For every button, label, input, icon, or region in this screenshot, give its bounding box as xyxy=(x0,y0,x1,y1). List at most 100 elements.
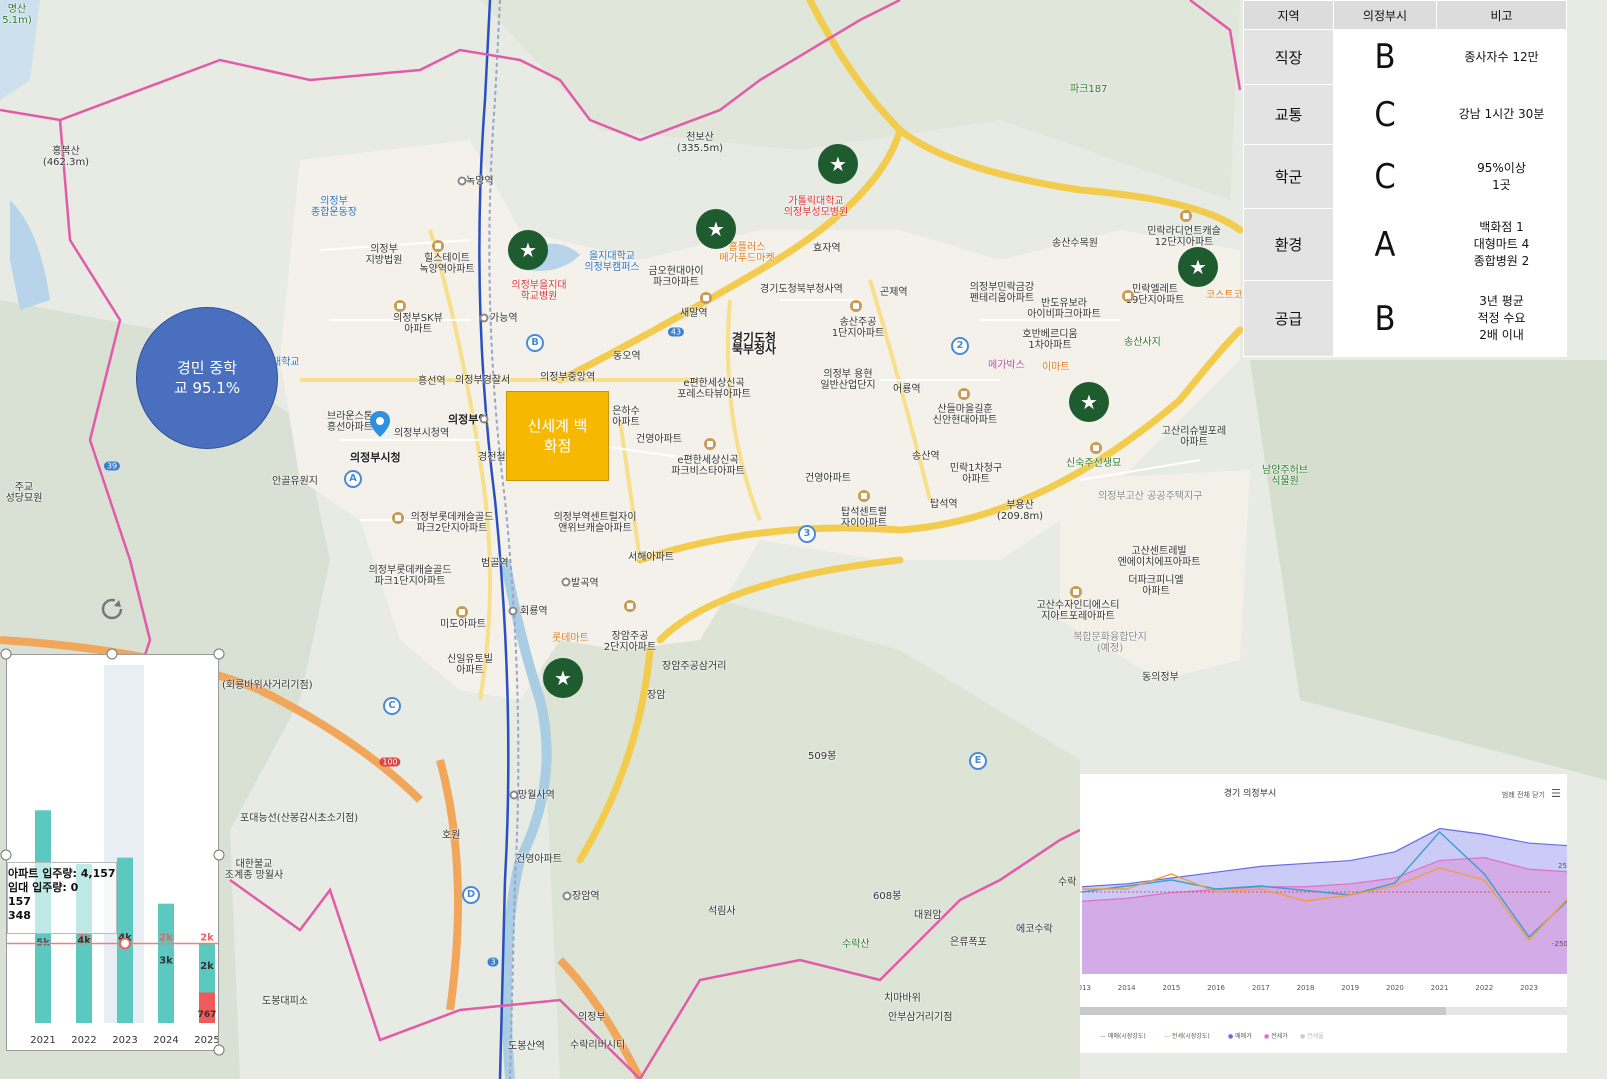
legend-item[interactable]: — 매매(시장강도) xyxy=(1100,1031,1146,1040)
label-dong-uijeongbu: 동의정부 xyxy=(1142,672,1179,683)
data-label: 4k xyxy=(77,935,91,946)
label-court: 의정부 지방법원 xyxy=(365,244,403,266)
label-daewonam: 대원암 xyxy=(914,910,942,921)
label-ganeung-station: 가능역 xyxy=(490,313,518,324)
resize-handle[interactable] xyxy=(0,648,12,660)
label-mangwolsa-temple: 대한불교 조계종 망월사 xyxy=(224,859,284,881)
label-sports-complex: 의정부 종합운동장 xyxy=(311,196,357,218)
x-tick-label: 2023 xyxy=(1520,984,1538,992)
label-the-pinnacle: 더파크피니엘 아파트 xyxy=(1128,575,1184,597)
resize-handle[interactable] xyxy=(213,1044,225,1056)
supply-chart[interactable]: 5k20212k4k20222k4k20232k3k20242k2k767202… xyxy=(6,654,219,1051)
station-dot[interactable] xyxy=(562,891,572,901)
label-minrak-geumgang: 의정부민락금강 펜테리움아파트 xyxy=(969,282,1035,304)
star-marker-icon[interactable]: ★ xyxy=(1178,247,1218,287)
poi-apartment[interactable] xyxy=(1180,210,1192,222)
data-label: 2k xyxy=(159,932,173,943)
star-marker-icon[interactable]: ★ xyxy=(1069,382,1109,422)
poi-apartment[interactable] xyxy=(394,300,406,312)
table-header-region: 지역 xyxy=(1243,0,1334,30)
label-608-peak: 608봉 xyxy=(873,891,902,902)
station-dot[interactable] xyxy=(479,414,489,424)
resize-handle[interactable] xyxy=(0,849,12,861)
label-gyeongjeon: 경전철 xyxy=(478,452,506,463)
resize-handle[interactable] xyxy=(213,849,225,861)
label-gonje-station: 곤제역 xyxy=(880,287,908,298)
label-eco-surak: 에코수락 xyxy=(1016,924,1053,935)
legend-item[interactable]: — 전세(시장강도) xyxy=(1164,1031,1210,1040)
label-jangam-jugong: 장암주공 2단지아파트 xyxy=(603,631,657,653)
table-row: 학군 C 95%이상 1곳 xyxy=(1243,144,1567,209)
label-minrak-elete: 민락엘레트 19단지아파트 xyxy=(1125,284,1185,306)
station-dot[interactable] xyxy=(479,313,489,323)
station-dot[interactable] xyxy=(509,790,519,800)
marker-pin-d[interactable]: D xyxy=(462,886,480,904)
label-dobongsan-station: 도봉산역 xyxy=(508,1041,545,1052)
x-tick-label: 2015 xyxy=(1162,984,1180,992)
star-marker-icon[interactable]: ★ xyxy=(543,658,583,698)
label-uijeongbu-ic: 의정부 xyxy=(578,1012,606,1023)
poi-apartment[interactable] xyxy=(392,512,404,524)
label-gyeonggi-office: 경기도청 북부청사 xyxy=(731,331,777,356)
star-marker-icon[interactable]: ★ xyxy=(818,144,858,184)
legend-item[interactable]: ● 매매가 xyxy=(1228,1031,1252,1040)
star-marker-icon[interactable]: ★ xyxy=(508,230,548,270)
label-seohae-apt: 서해아파트 xyxy=(628,552,674,563)
poi-apartment[interactable] xyxy=(858,490,870,502)
poi-apartment[interactable] xyxy=(704,438,716,450)
label-brownstone: 브라운스톤 흥선아파트 xyxy=(327,411,373,433)
supply-tooltip: 아파트 입주량: 4,157 임대 입주량: 0 157 348 xyxy=(7,862,117,934)
label-surak-2: 수락 xyxy=(1058,877,1077,888)
label-complex: 복합문화융합단지 (예정) xyxy=(1073,632,1147,654)
resize-handle[interactable] xyxy=(213,648,225,660)
poi-apartment[interactable] xyxy=(1070,586,1082,598)
poi-apartment[interactable] xyxy=(624,600,636,612)
station-dot[interactable] xyxy=(457,176,467,186)
legend-label: 전세율 xyxy=(1307,1033,1324,1040)
poi-apartment[interactable] xyxy=(850,300,862,312)
poi-apartment[interactable] xyxy=(1090,442,1102,454)
marker-pin-c[interactable]: C xyxy=(383,697,401,715)
marker-pin-3[interactable]: 3 xyxy=(798,525,816,543)
poi-apartment[interactable] xyxy=(456,606,468,618)
data-label: 2k xyxy=(200,961,214,972)
label-songsan-arboretum: 송산수목원 xyxy=(1052,238,1098,249)
label-jangam-station: 장암역 xyxy=(572,891,600,902)
marker-pin-b[interactable]: B xyxy=(526,334,544,352)
row-note: 종사자수 12만 xyxy=(1436,29,1567,85)
x-tick-label: 2023 xyxy=(112,1035,137,1046)
label-city-hall-station: 의정부시청역 xyxy=(394,428,450,439)
label-hillstate: 힐스테이트 녹양역아파트 xyxy=(419,253,475,275)
marker-pin-e[interactable]: E xyxy=(969,752,987,770)
label-angol: 안골유원지 xyxy=(272,476,318,487)
label-e-pyeonhan-1: e편한세상신곡 포레스타뷰아파트 xyxy=(677,378,751,400)
label-homeplus: 홈플러스 메가푸드마켓 xyxy=(719,242,775,264)
poi-apartment[interactable] xyxy=(958,388,970,400)
legend-item[interactable]: ● 전세가 xyxy=(1264,1031,1288,1040)
marker-pin-a[interactable]: A xyxy=(344,470,362,488)
poi-apartment[interactable] xyxy=(1122,290,1134,302)
row-grade: C xyxy=(1333,84,1437,145)
label-geonyoung-apt-2: 건영아파트 xyxy=(805,473,851,484)
star-marker-icon[interactable]: ★ xyxy=(696,209,736,249)
poi-apartment[interactable] xyxy=(700,292,712,304)
label-megabox: 메가박스 xyxy=(988,360,1025,371)
department-store-box: 신세계 백 화점 xyxy=(506,391,609,481)
station-dot[interactable] xyxy=(508,606,518,616)
label-mangwolsa-station: 망월사역 xyxy=(518,790,555,801)
label-eunryu: 은류폭포 xyxy=(950,937,987,948)
label-lotte-castle-1: 의정부롯데캐슬골드 파크1단지아파트 xyxy=(368,565,452,587)
trend-chart[interactable]: 경기 의정부시 범례 전체 닫기 ☰ 201320142015201620172… xyxy=(1080,774,1567,1053)
row-note: 백화점 1 대형마트 4 종합병원 2 xyxy=(1436,208,1567,281)
rotate-icon[interactable] xyxy=(99,596,125,622)
marker-pin-2[interactable]: 2 xyxy=(951,337,969,355)
resize-handle[interactable] xyxy=(106,648,118,660)
label-howon-ic: 호원 xyxy=(442,830,461,841)
station-dot[interactable] xyxy=(561,577,571,587)
tooltip-line: 아파트 입주량: 4,157 xyxy=(8,867,116,880)
location-pin-icon[interactable] xyxy=(370,411,390,437)
poi-apartment[interactable] xyxy=(432,240,444,252)
label-hoeryong-bawi: (회룡바위사거리기점) xyxy=(222,680,313,691)
legend-item[interactable]: ● 전세율 xyxy=(1300,1031,1324,1040)
x-tick-label: 2019 xyxy=(1341,984,1359,992)
